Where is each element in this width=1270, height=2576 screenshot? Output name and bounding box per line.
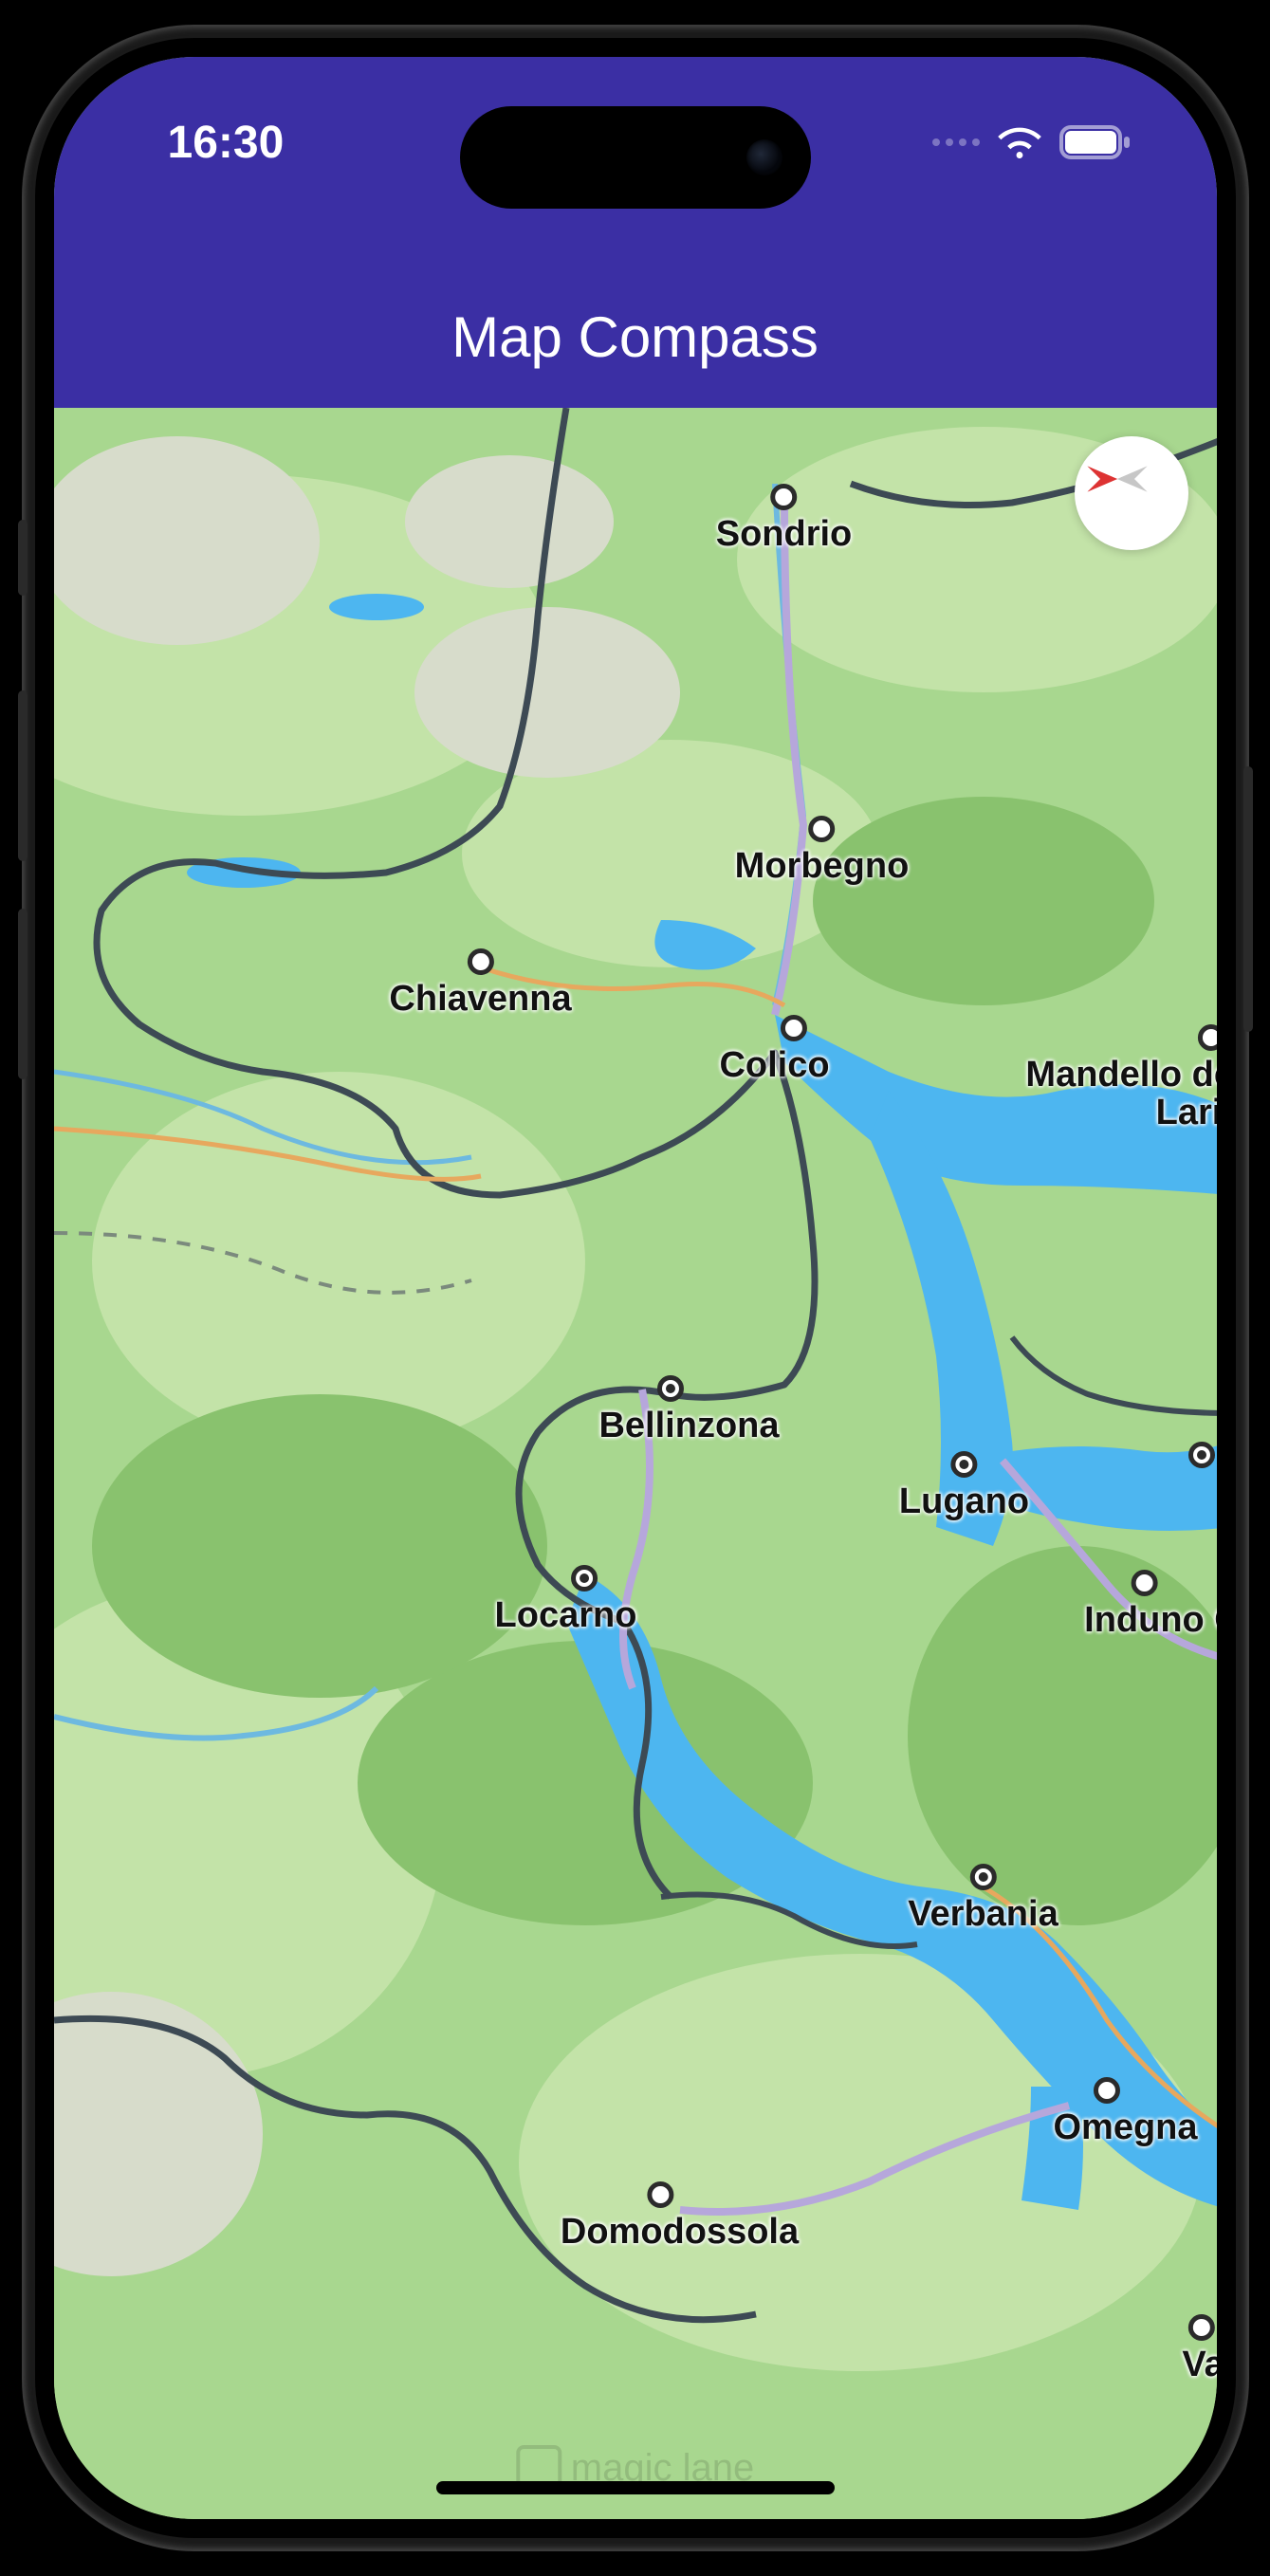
map-canvas [54,408,1217,2519]
phone-bezel: 16:30 Map Compass [35,38,1236,2538]
battery-icon [1059,125,1132,159]
volume-down-button [18,909,28,1079]
dynamic-island [460,106,811,209]
volume-up-button [18,690,28,861]
home-indicator[interactable] [436,2481,835,2494]
map-view[interactable]: SondrioMorbegnoChiavennaColicoMandello d… [54,408,1217,2519]
compass-icon [1075,436,1160,522]
power-button [1243,766,1253,1032]
status-time: 16:30 [168,117,285,169]
front-camera [746,139,782,175]
compass-button[interactable] [1075,436,1188,550]
silence-switch [18,520,28,596]
recording-indicator-dots [932,138,980,146]
app-title: Map Compass [451,304,819,370]
screen: 16:30 Map Compass [54,57,1217,2519]
wifi-icon [997,125,1042,159]
phone-frame: 16:30 Map Compass [24,27,1247,2549]
